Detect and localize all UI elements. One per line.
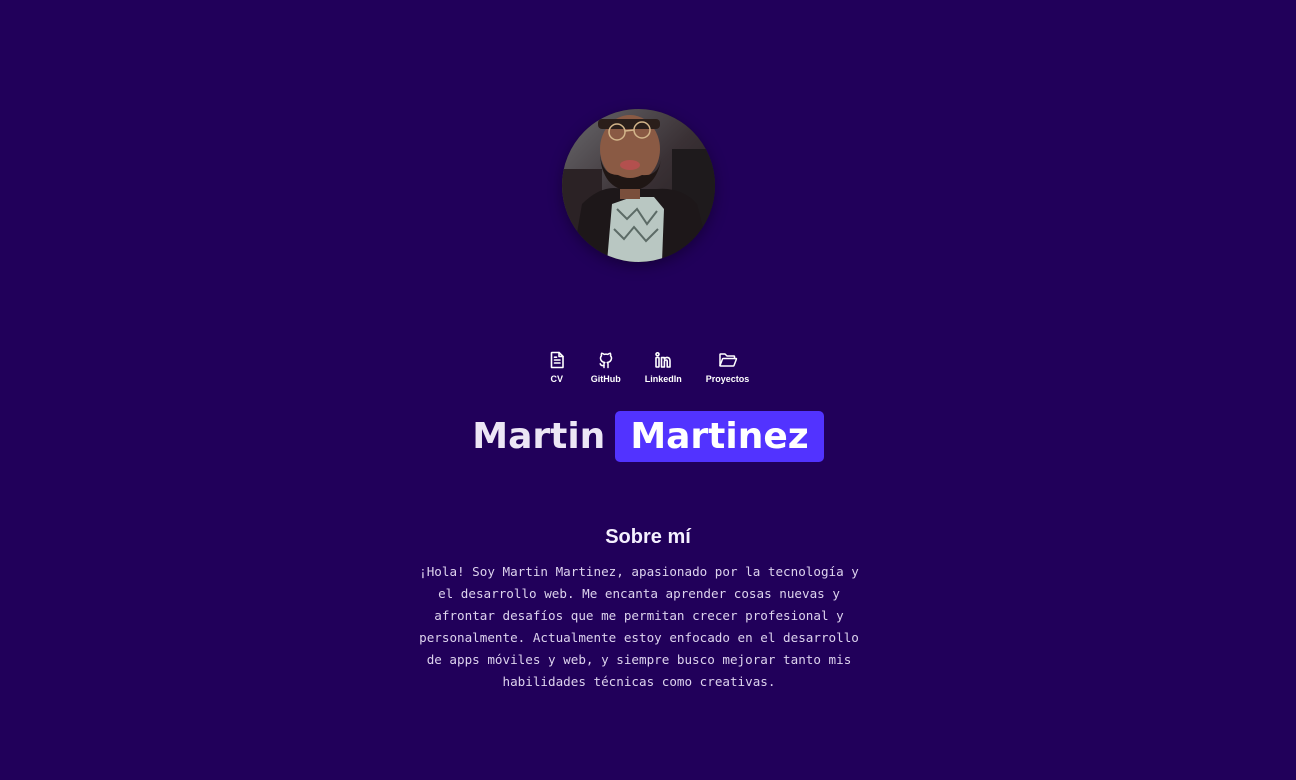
- github-icon: [596, 350, 616, 370]
- nav-item-cv[interactable]: CV: [547, 350, 567, 384]
- folder-icon: [718, 350, 738, 370]
- nav-item-label: GitHub: [590, 374, 621, 384]
- nav-item-github[interactable]: GitHub: [591, 350, 621, 384]
- nav-item-label: Proyectos: [705, 374, 750, 384]
- nav-item-proyectos[interactable]: Proyectos: [705, 350, 750, 384]
- social-nav: CV GitHub LinkedIn Proyectos: [0, 350, 1296, 384]
- linkedin-icon: [653, 350, 673, 370]
- nav-item-label: LinkedIn: [644, 374, 682, 384]
- first-name: Martin: [472, 416, 606, 457]
- nav-item-linkedin[interactable]: LinkedIn: [645, 350, 682, 384]
- about-title: Sobre mí: [605, 526, 691, 548]
- last-name-highlight: Martinez: [615, 411, 824, 462]
- about-text: ¡Hola! Soy Martin Martinez, apasionado p…: [419, 564, 859, 689]
- avatar: [562, 109, 715, 262]
- nav-item-label: CV: [550, 374, 563, 384]
- profile-name: Martin Martinez: [0, 411, 1296, 462]
- portfolio-page: CV GitHub LinkedIn Proyectos Martin Mart…: [0, 0, 1296, 780]
- avatar-photo: [562, 109, 715, 262]
- file-text-icon: [547, 350, 567, 370]
